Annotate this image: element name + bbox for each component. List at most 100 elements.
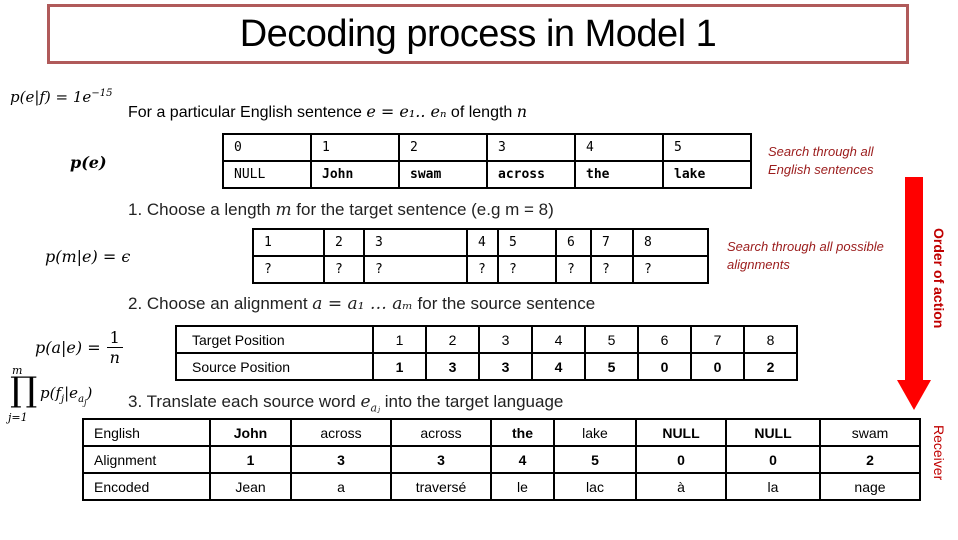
page-title: Decoding process in Model 1: [239, 12, 717, 55]
table-cell: 2: [743, 352, 798, 381]
row-label: Source Position: [175, 352, 374, 381]
row-label: Encoded: [82, 472, 211, 501]
table-cell: 1: [209, 445, 292, 474]
table-cell: 4: [531, 325, 586, 354]
table-cell: le: [490, 472, 555, 501]
row-label: Alignment: [82, 445, 211, 474]
table-cell: NULL: [635, 418, 727, 447]
table-cell: 3: [478, 325, 533, 354]
product-term: p(fj|eaj): [40, 384, 92, 407]
index-row: 0 1 2 3 4 5: [222, 133, 752, 162]
table-cell: 6: [555, 228, 592, 257]
translation-table: English John across across the lake NULL…: [82, 418, 921, 501]
step-2: 2. Choose an alignment a = a₁ … aₘ for t…: [128, 294, 595, 314]
row-label: English: [82, 418, 211, 447]
word-row: NULL John swam across the lake: [222, 160, 752, 189]
table-cell: John: [209, 418, 292, 447]
product-bottom: j=1: [8, 411, 28, 424]
table-cell: ?: [363, 255, 468, 284]
table-cell: ?: [466, 255, 499, 284]
table-cell: 8: [632, 228, 709, 257]
formula-p-e: p(e): [70, 153, 107, 172]
formula-text: |e: [64, 384, 79, 402]
table-cell: 0: [690, 352, 745, 381]
table-cell: 5: [662, 133, 752, 162]
alignment-row: Alignment 1 3 3 4 5 0 0 2: [82, 445, 921, 474]
formula-text: p(e|f) = 1e: [10, 88, 92, 106]
step-3: 3. Translate each source word eaⱼ into t…: [128, 392, 563, 414]
table-cell: ?: [323, 255, 365, 284]
table-cell: 0: [725, 445, 821, 474]
encoded-row: Encoded Jean a traversé le lac à la nage: [82, 472, 921, 501]
table-cell: 2: [323, 228, 365, 257]
formula-p-e-given-f: p(e|f) = 1e−15: [10, 88, 112, 106]
intro-math: e = e₁.. eₙ: [366, 102, 447, 121]
formula-text: p(a|e) =: [35, 338, 101, 357]
table-cell: 0: [222, 133, 312, 162]
table-cell: 3: [390, 445, 492, 474]
table-cell: nage: [819, 472, 921, 501]
table-cell: ?: [252, 255, 325, 284]
note-line: Search through all possible: [727, 239, 884, 254]
table-cell: ?: [632, 255, 709, 284]
note-search-alignments: Search through all possible alignments: [727, 238, 884, 274]
formula-text: p(f: [40, 384, 62, 402]
table-cell: 0: [635, 445, 727, 474]
table-cell: NULL: [222, 160, 312, 189]
table-cell: 1: [372, 352, 427, 381]
intro-n: n: [516, 102, 528, 121]
table-cell: 1: [310, 133, 400, 162]
note-line: alignments: [727, 257, 790, 272]
note-line: English sentences: [768, 162, 874, 177]
table-cell: 3: [478, 352, 533, 381]
step-text: 1. Choose a length: [128, 200, 276, 219]
table-cell: 6: [637, 325, 692, 354]
english-sentence-table: 0 1 2 3 4 5 NULL John swam across the la…: [222, 133, 752, 189]
table-cell: ?: [555, 255, 592, 284]
table-cell: lac: [553, 472, 637, 501]
table-cell: 5: [584, 325, 639, 354]
formula-exponent: −15: [91, 88, 113, 99]
step-text: for the target sentence (e.g m = 8): [291, 200, 554, 219]
fraction-numerator: 1: [106, 328, 123, 348]
english-row: English John across across the lake NULL…: [82, 418, 921, 447]
table-cell: 5: [584, 352, 639, 381]
table-cell: swam: [398, 160, 488, 189]
table-cell: 7: [690, 325, 745, 354]
table-cell: swam: [819, 418, 921, 447]
step-1: 1. Choose a length m for the target sent…: [128, 200, 554, 220]
fraction: 1 n: [106, 328, 123, 367]
table-cell: 1: [252, 228, 325, 257]
table-cell: the: [490, 418, 555, 447]
table-cell: 4: [466, 228, 499, 257]
source-position-row: Source Position 1 3 3 4 5 0 0 2: [175, 352, 798, 381]
formula-p-a-given-e: p(a|e) = 1 n: [35, 328, 123, 367]
note-line: Search through all: [768, 144, 874, 159]
step-text: 2. Choose an alignment: [128, 294, 313, 313]
step-math: e: [360, 392, 371, 412]
length-table: 1 2 3 4 5 6 7 8 ? ? ? ? ? ? ? ?: [252, 228, 709, 284]
table-cell: a: [290, 472, 392, 501]
intro-suffix: of length: [446, 104, 517, 121]
table-cell: 5: [553, 445, 637, 474]
intro-line: For a particular English sentence e = e₁…: [128, 102, 527, 122]
table-cell: 4: [531, 352, 586, 381]
table-cell: 4: [490, 445, 555, 474]
formula-p-m-given-e: p(m|e) = ϵ: [45, 247, 131, 266]
table-cell: 2: [398, 133, 488, 162]
table-cell: 4: [574, 133, 664, 162]
table-cell: ?: [590, 255, 634, 284]
table-cell: 5: [497, 228, 557, 257]
table-cell: traversé: [390, 472, 492, 501]
step-sub: aⱼ: [370, 401, 380, 415]
table-cell: 3: [290, 445, 392, 474]
note-search-sentences: Search through all English sentences: [768, 143, 874, 179]
table-cell: 0: [637, 352, 692, 381]
alignment-table: Target Position 1 2 3 4 5 6 7 8 Source P…: [175, 325, 798, 381]
table-cell: la: [725, 472, 821, 501]
step-math: a = a₁ … aₘ: [312, 294, 413, 314]
table-cell: 8: [743, 325, 798, 354]
table-cell: à: [635, 472, 727, 501]
table-cell: ?: [497, 255, 557, 284]
table-cell: 1: [372, 325, 427, 354]
